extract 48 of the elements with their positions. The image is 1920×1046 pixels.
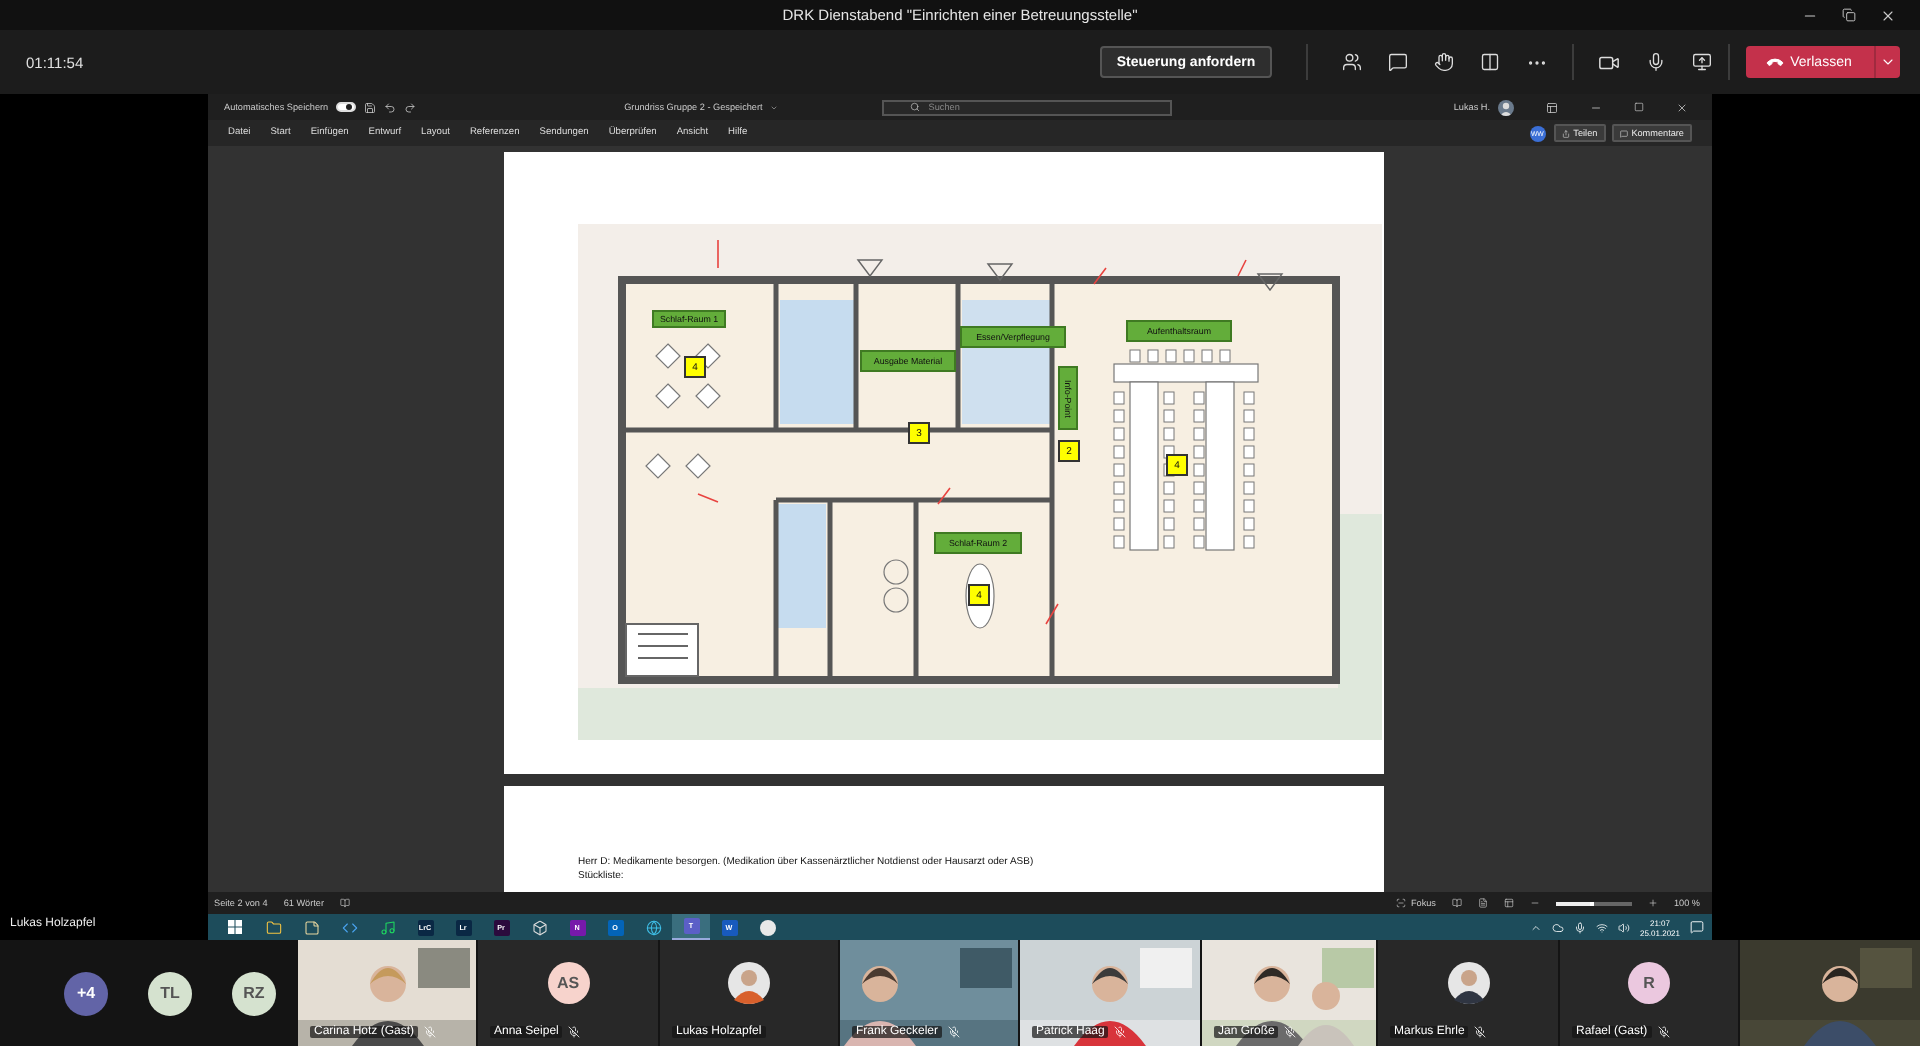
book-icon[interactable] xyxy=(340,898,350,908)
leave-options-button[interactable] xyxy=(1874,46,1900,78)
chevron-down-icon xyxy=(1880,54,1896,70)
volume-icon[interactable] xyxy=(1617,921,1630,933)
comment-icon xyxy=(1619,129,1628,137)
phone-icon xyxy=(1765,52,1786,72)
close-icon[interactable] xyxy=(1880,7,1896,23)
share-screen-icon[interactable] xyxy=(1692,52,1712,72)
participant-avatar[interactable]: TL xyxy=(148,971,192,1015)
cloud-icon[interactable] xyxy=(1551,921,1564,933)
zoom-in-icon[interactable] xyxy=(1647,898,1658,908)
chevron-up-icon[interactable] xyxy=(1529,921,1542,933)
notification-icon[interactable] xyxy=(1690,920,1704,934)
globe-icon[interactable] xyxy=(645,919,661,935)
redo-icon[interactable] xyxy=(404,101,417,113)
share-icon xyxy=(1561,129,1570,137)
ribbon-display-icon[interactable] xyxy=(1546,101,1558,113)
autosave-toggle[interactable] xyxy=(336,102,357,112)
participant-avatar[interactable]: +4 xyxy=(64,971,108,1015)
print-layout-icon[interactable] xyxy=(1477,898,1488,908)
participant-avatar: R xyxy=(1628,962,1670,1004)
mic-icon[interactable] xyxy=(1646,52,1666,72)
people-icon[interactable] xyxy=(1342,52,1362,72)
maximize-icon[interactable] xyxy=(1634,102,1644,112)
folder-icon[interactable] xyxy=(265,919,281,935)
focus-icon xyxy=(1396,898,1407,908)
undo-icon[interactable] xyxy=(384,101,397,113)
music-icon[interactable] xyxy=(379,919,395,935)
close-icon[interactable] xyxy=(1676,101,1688,113)
minimize-icon[interactable] xyxy=(1590,101,1602,113)
search-icon xyxy=(910,102,921,112)
circle-icon[interactable] xyxy=(759,919,775,935)
participant-avatar[interactable]: RZ xyxy=(232,971,276,1015)
web-layout-icon[interactable] xyxy=(1503,898,1514,908)
note-icon[interactable] xyxy=(303,919,319,935)
camera-icon[interactable] xyxy=(1598,51,1620,73)
restore-icon[interactable] xyxy=(1842,7,1856,21)
participant-avatar: AS xyxy=(547,962,589,1004)
code-icon[interactable] xyxy=(341,919,357,935)
hand-icon[interactable] xyxy=(1434,52,1454,72)
wifi-icon[interactable] xyxy=(1595,921,1608,933)
rooms-icon[interactable] xyxy=(1480,52,1500,72)
avatar-icon[interactable] xyxy=(1498,99,1514,115)
chat-icon[interactable] xyxy=(1388,52,1408,72)
read-mode-icon[interactable] xyxy=(1451,898,1462,908)
cube-icon[interactable] xyxy=(531,919,547,935)
mic-icon[interactable] xyxy=(1573,921,1586,933)
save-icon[interactable] xyxy=(364,101,377,113)
